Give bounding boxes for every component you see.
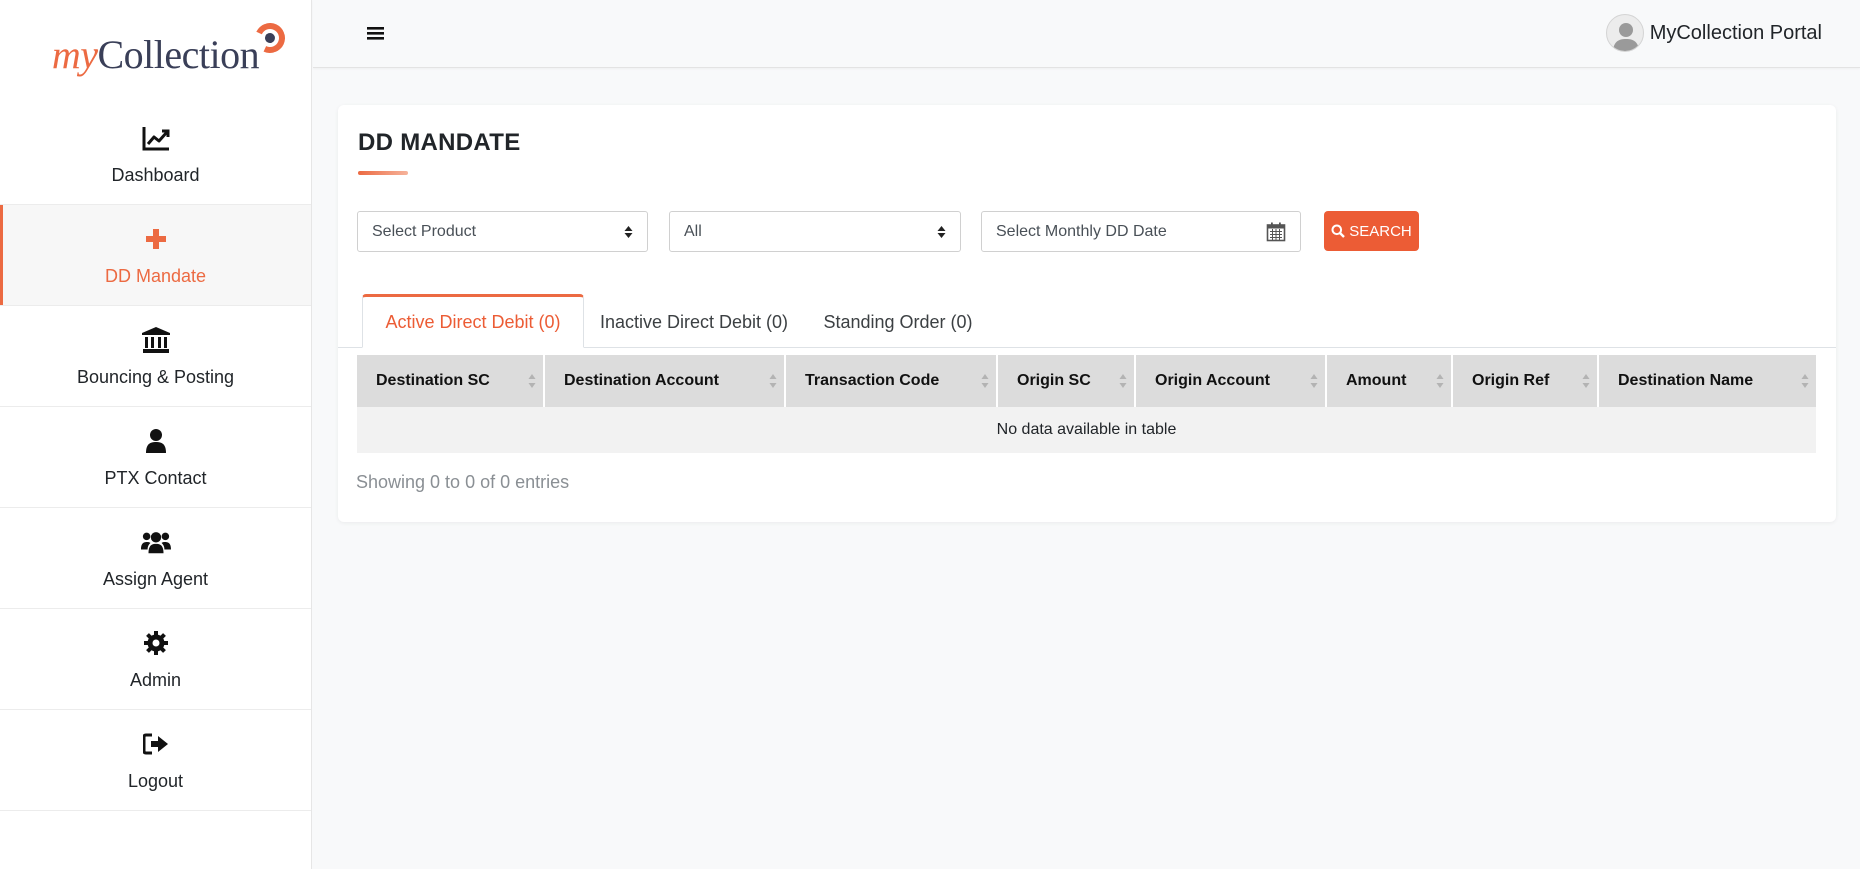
sidebar: myCollection Dashboard DD Mandate Bounci…: [0, 0, 312, 869]
sidebar-item-dashboard[interactable]: Dashboard: [0, 104, 311, 205]
logo-collection: Collection: [97, 31, 260, 77]
sort-icon: [1582, 374, 1590, 388]
top-bar: MyCollection Portal: [313, 0, 1860, 68]
status-select-value: All: [684, 222, 702, 240]
sidebar-item-label: Logout: [127, 770, 184, 791]
mandate-table: Destination SC Destination Account Trans…: [357, 355, 1816, 453]
monthly-dd-date-input[interactable]: Select Monthly DD Date: [981, 211, 1301, 252]
user-menu[interactable]: MyCollection Portal: [1605, 14, 1822, 52]
title-underline: [358, 171, 408, 175]
column-label: Transaction Code: [805, 372, 940, 389]
table-empty-row: No data available in table: [357, 407, 1816, 453]
column-origin-ref[interactable]: Origin Ref: [1453, 355, 1599, 407]
column-amount[interactable]: Amount: [1327, 355, 1453, 407]
logo[interactable]: myCollection: [0, 0, 311, 104]
search-button[interactable]: SEARCH: [1324, 211, 1419, 251]
column-label: Amount: [1346, 372, 1407, 389]
tab-active-direct-debit[interactable]: Active Direct Debit (0): [362, 294, 584, 348]
logo-my: my: [51, 31, 98, 77]
logo-text: myCollection: [51, 18, 290, 78]
sign-out-icon: [141, 729, 171, 759]
sidebar-item-label: Bouncing & Posting: [76, 366, 235, 387]
avatar: [1605, 14, 1644, 52]
sort-icon: [1310, 374, 1318, 388]
product-select-value: Select Product: [372, 222, 477, 240]
sidebar-item-bouncing-posting[interactable]: Bouncing & Posting: [0, 306, 311, 407]
column-label: Origin Ref: [1472, 372, 1550, 389]
page-title: DD MANDATE: [358, 129, 521, 156]
users-icon: [140, 527, 171, 557]
sidebar-item-label: Admin: [129, 669, 182, 690]
menu-toggle-icon[interactable]: [366, 24, 386, 42]
sidebar-item-admin[interactable]: Admin: [0, 609, 311, 710]
table-info: Showing 0 to 0 of 0 entries: [356, 472, 570, 492]
sort-icon: [981, 374, 989, 388]
column-label: Destination Name: [1618, 372, 1754, 389]
tab-standing-order[interactable]: Standing Order (0): [804, 296, 992, 348]
column-destination-name[interactable]: Destination Name: [1599, 355, 1816, 407]
sort-icon: [1801, 374, 1809, 388]
tabs: Active Direct Debit (0) Inactive Direct …: [338, 291, 1836, 348]
sort-arrows-icon: [624, 226, 633, 238]
date-input-placeholder: Select Monthly DD Date: [996, 222, 1167, 240]
column-origin-sc[interactable]: Origin SC: [998, 355, 1136, 407]
sidebar-item-label: DD Mandate: [104, 265, 207, 286]
table-header-row: Destination SC Destination Account Trans…: [357, 355, 1816, 407]
user-icon: [141, 426, 171, 456]
sidebar-item-dd-mandate[interactable]: DD Mandate: [0, 205, 311, 306]
column-transaction-code[interactable]: Transaction Code: [786, 355, 998, 407]
sort-icon: [1119, 374, 1127, 388]
column-destination-account[interactable]: Destination Account: [545, 355, 786, 407]
tab-label: Active Direct Debit (0): [385, 311, 561, 332]
sidebar-item-ptx-contact[interactable]: PTX Contact: [0, 407, 311, 508]
tab-inactive-direct-debit[interactable]: Inactive Direct Debit (0): [584, 296, 804, 348]
column-label: Destination Account: [564, 372, 719, 389]
sidebar-item-label: PTX Contact: [104, 467, 207, 488]
dd-mandate-card: DD MANDATE Select Product All Select Mon…: [338, 105, 1836, 522]
bank-icon: [141, 325, 171, 355]
column-label: Origin SC: [1017, 372, 1091, 389]
sidebar-item-assign-agent[interactable]: Assign Agent: [0, 508, 311, 609]
product-select[interactable]: Select Product: [357, 211, 648, 252]
column-label: Origin Account: [1155, 372, 1270, 389]
sort-icon: [528, 374, 536, 388]
sidebar-item-label: Dashboard: [111, 164, 200, 185]
empty-message: No data available in table: [996, 421, 1177, 438]
calendar-icon[interactable]: [1266, 222, 1286, 242]
column-destination-sc[interactable]: Destination SC: [357, 355, 545, 407]
sidebar-item-label: Assign Agent: [102, 568, 209, 589]
sidebar-item-logout[interactable]: Logout: [0, 710, 311, 811]
sort-icon: [769, 374, 777, 388]
sort-arrows-icon: [937, 226, 946, 238]
gear-icon: [141, 628, 171, 658]
chart-line-icon: [141, 123, 171, 153]
plus-icon: [141, 224, 171, 254]
column-label: Destination SC: [376, 372, 490, 389]
user-name: MyCollection Portal: [1649, 21, 1822, 44]
status-select[interactable]: All: [669, 211, 961, 252]
search-button-label: SEARCH: [1349, 222, 1412, 240]
search-icon: [1331, 224, 1346, 238]
sidebar-nav: Dashboard DD Mandate Bouncing & Posting …: [0, 104, 311, 811]
column-origin-account[interactable]: Origin Account: [1136, 355, 1327, 407]
tab-label: Inactive Direct Debit (0): [599, 311, 789, 332]
sort-icon: [1436, 374, 1444, 388]
tab-label: Standing Order (0): [823, 311, 973, 332]
